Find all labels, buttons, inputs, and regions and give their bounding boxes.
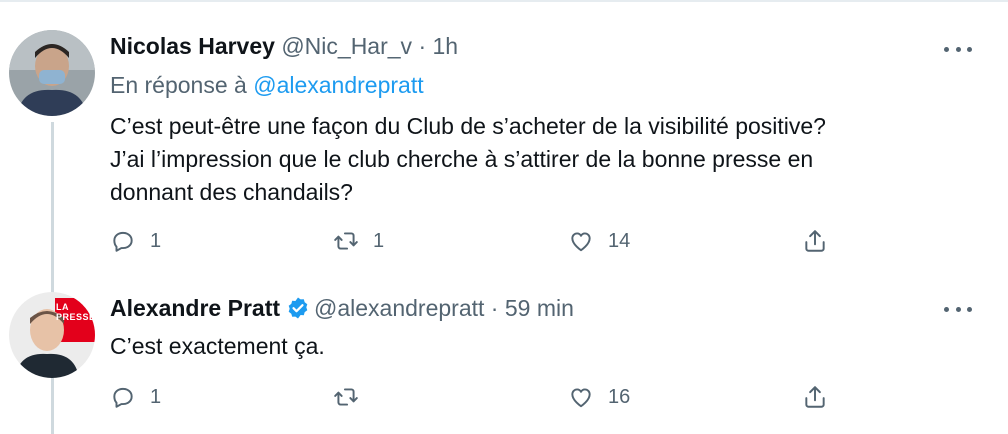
retweet-count: 1 xyxy=(373,229,385,252)
more-options-button[interactable] xyxy=(944,42,972,56)
tweet-text: C’est exactement ça. xyxy=(110,330,970,363)
avatar-badge-text: LA PRESSE xyxy=(56,302,96,322)
tweet-text-line: J’ai l’impression que le club cherche à … xyxy=(110,146,814,172)
share-icon xyxy=(805,230,825,252)
tweet-text: C’est peut-être une façon du Club de s’a… xyxy=(110,110,970,209)
separator: · xyxy=(418,33,427,59)
retweet-button[interactable]: 1 xyxy=(333,226,384,256)
share-button[interactable] xyxy=(802,226,828,256)
reply-count: 1 xyxy=(150,385,162,408)
tweet-text-line: C’est exactement ça. xyxy=(110,333,325,359)
thread-line xyxy=(51,388,54,434)
reply-icon xyxy=(113,387,133,408)
retweet-button[interactable] xyxy=(333,382,373,412)
more-icon xyxy=(944,46,949,52)
like-button[interactable]: 16 xyxy=(568,382,630,412)
reply-to-link[interactable]: @alexandrepratt xyxy=(253,72,423,98)
reply-context: En réponse à @alexandrepratt xyxy=(110,70,424,100)
avatar[interactable] xyxy=(9,30,95,116)
tweet-nicolas-harvey[interactable]: Nicolas Harvey @Nic_Har_v · 1h En répons… xyxy=(0,0,1008,434)
reply-button[interactable]: 1 xyxy=(110,226,161,256)
reply-icon xyxy=(113,231,133,252)
tweet-header: Nicolas Harvey @Nic_Har_v · 1h xyxy=(110,31,458,61)
separator: · xyxy=(490,295,499,321)
share-icon xyxy=(805,386,825,408)
timestamp[interactable]: 1h xyxy=(433,33,459,59)
reply-button[interactable]: 1 xyxy=(110,382,161,412)
reply-count: 1 xyxy=(150,229,162,252)
tweet-text-line: C’est peut-être une façon du Club de s’a… xyxy=(110,113,826,139)
retweet-icon xyxy=(334,232,358,250)
author-handle[interactable]: @alexandrepratt xyxy=(314,295,484,321)
tweet-header: Alexandre Pratt @alexandrepratt · 59 min xyxy=(110,293,574,323)
author-handle[interactable]: @Nic_Har_v xyxy=(281,33,412,59)
timestamp[interactable]: 59 min xyxy=(505,295,574,321)
tweet-alexandre-pratt[interactable]: LA PRESSE Alexandre Pratt @alexandrepratt… xyxy=(0,280,1008,434)
share-button[interactable] xyxy=(802,382,828,412)
retweet-icon xyxy=(334,388,358,406)
author-name[interactable]: Alexandre Pratt xyxy=(110,295,280,321)
like-count: 16 xyxy=(608,385,631,408)
like-button[interactable]: 14 xyxy=(568,226,630,256)
more-icon xyxy=(944,306,949,312)
like-icon xyxy=(571,388,591,408)
more-options-button[interactable] xyxy=(944,302,972,316)
like-icon xyxy=(571,232,591,252)
tweet-text-line: donnant des chandails? xyxy=(110,179,353,205)
author-name[interactable]: Nicolas Harvey xyxy=(110,33,275,59)
like-count: 14 xyxy=(608,229,631,252)
verified-icon xyxy=(286,296,310,327)
reply-prefix: En réponse à xyxy=(110,72,247,98)
